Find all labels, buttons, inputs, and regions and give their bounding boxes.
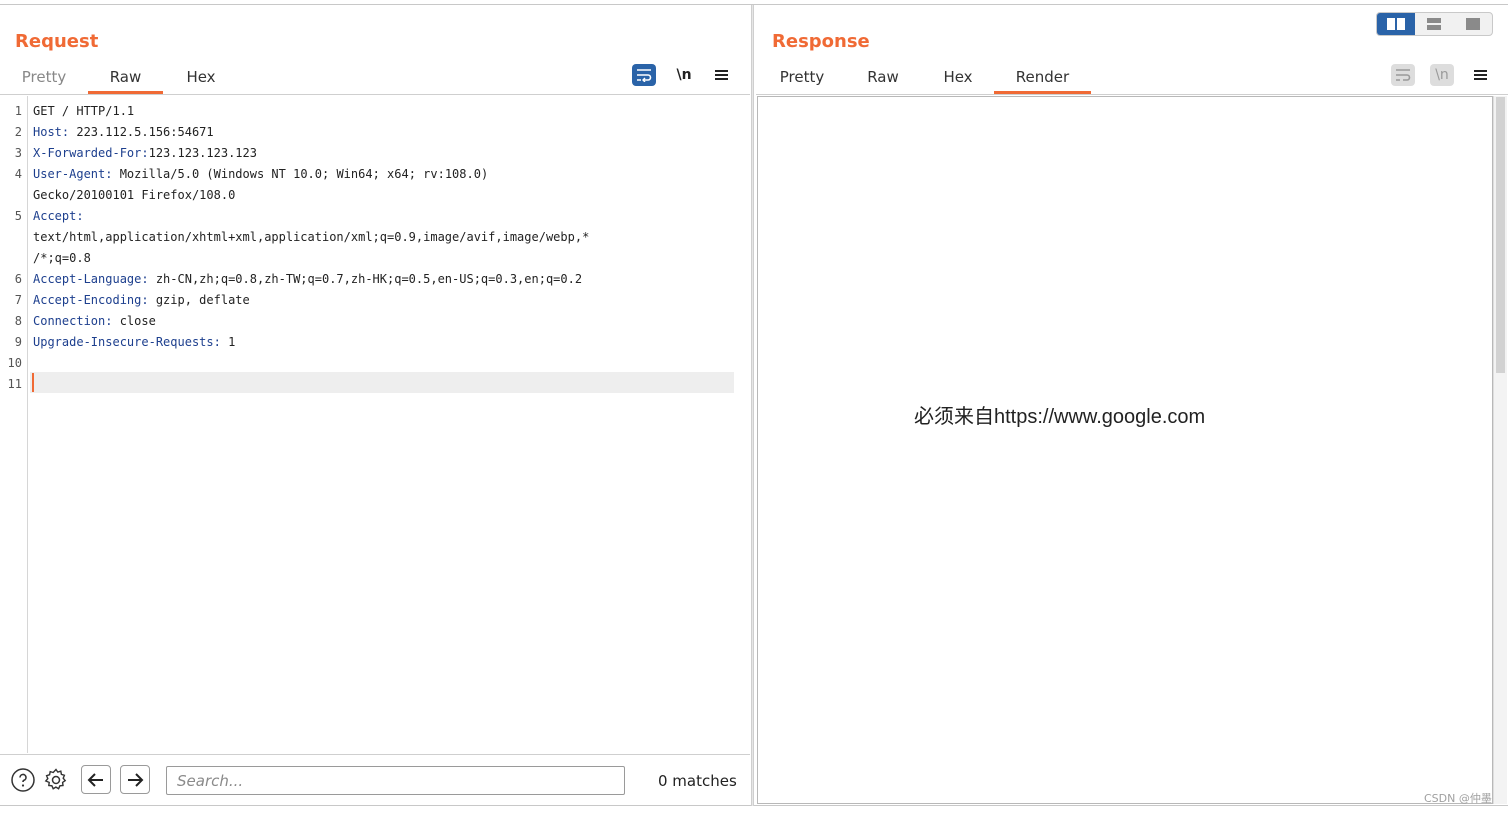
watermark: CSDN @仲墨 [1424, 792, 1492, 805]
code-line: GET / HTTP/1.1 [33, 104, 135, 118]
line-number: 4 [14, 167, 22, 181]
scrollbar-thumb[interactable] [1496, 97, 1505, 373]
request-tab-hex[interactable]: Hex [176, 68, 226, 94]
header-value: 223.112.5.156:54671 [69, 125, 214, 139]
text-caret [32, 373, 34, 392]
match-count: 0 matches [658, 772, 737, 790]
current-line-highlight [30, 372, 734, 393]
request-editor[interactable]: 1 GET / HTTP/1.1 2 Host: 223.112.5.156:5… [0, 96, 750, 753]
line-number: 3 [14, 146, 22, 160]
response-tabs-underline [756, 94, 1508, 95]
code-line: User-Agent: Mozilla/5.0 (Windows NT 10.0… [33, 164, 488, 185]
line-number: 7 [14, 293, 22, 307]
pane-splitter[interactable] [751, 5, 754, 806]
header-key: Connection: [33, 314, 113, 328]
newline-toggle[interactable]: \n [672, 64, 696, 86]
hamburger-menu-icon[interactable] [710, 64, 734, 86]
response-tab-raw[interactable]: Raw [858, 68, 908, 94]
header-value: Mozilla/5.0 (Windows NT 10.0; Win64; x64… [112, 167, 489, 181]
response-title: Response [772, 31, 870, 52]
header-value: zh-CN,zh;q=0.8,zh-TW;q=0.7,zh-HK;q=0.5,e… [148, 272, 583, 286]
response-tab-render[interactable]: Render [994, 68, 1091, 94]
code-line: X-Forwarded-For:123.123.123.123 [33, 143, 257, 164]
line-number: 5 [14, 209, 22, 223]
line-number: 6 [14, 272, 22, 286]
code-line: Accept-Encoding: gzip, deflate [33, 290, 250, 311]
wrap-lines-icon[interactable] [632, 64, 656, 86]
line-number: 1 [14, 104, 22, 118]
header-value: close [112, 314, 156, 328]
code-line: Host: 223.112.5.156:54671 [33, 122, 214, 143]
code-line-wrapped: Gecko/20100101 Firefox/108.0 [33, 188, 236, 202]
previous-match-button[interactable] [81, 765, 111, 794]
code-line: Accept-Language: zh-CN,zh;q=0.8,zh-TW;q=… [33, 269, 582, 290]
line-number-gutter [0, 96, 28, 753]
arrow-left-icon [87, 772, 103, 787]
header-key: User-Agent: [33, 167, 113, 181]
top-bottom-layout-icon[interactable] [1415, 13, 1453, 35]
wrap-lines-icon[interactable] [1391, 64, 1415, 86]
code-line: Upgrade-Insecure-Requests: 1 [33, 332, 235, 353]
header-key: Accept: [33, 209, 84, 223]
single-pane-layout-icon[interactable] [1454, 13, 1492, 35]
header-key: Accept-Language: [33, 272, 149, 286]
help-icon[interactable] [11, 768, 35, 792]
next-match-button[interactable] [120, 765, 150, 794]
header-value: gzip, deflate [148, 293, 250, 307]
request-tabs-underline [0, 94, 750, 95]
search-bar: 0 matches [0, 754, 750, 805]
render-view[interactable]: 必须来自https://www.google.com [757, 96, 1493, 804]
rendered-page-text: 必须来自https://www.google.com [914, 406, 1206, 428]
side-by-side-layout-icon[interactable] [1377, 13, 1416, 35]
line-number: 11 [7, 377, 22, 391]
code-line: Connection: close [33, 311, 156, 332]
request-tab-raw[interactable]: Raw [88, 68, 163, 94]
newline-toggle[interactable]: \n [1430, 64, 1454, 86]
line-number: 10 [7, 356, 22, 370]
header-key: X-Forwarded-For: [33, 146, 149, 160]
header-key: Upgrade-Insecure-Requests: [33, 335, 221, 349]
code-line-wrapped: text/html,application/xhtml+xml,applicat… [33, 230, 590, 244]
request-tab-pretty[interactable]: Pretty [16, 68, 72, 94]
line-number: 8 [14, 314, 22, 328]
header-value: 1 [220, 335, 236, 349]
hamburger-menu-icon[interactable] [1469, 64, 1493, 86]
line-number: 2 [14, 125, 22, 139]
request-title: Request [15, 31, 99, 52]
header-key: Accept-Encoding: [33, 293, 149, 307]
header-key: Host: [33, 125, 70, 139]
search-input[interactable] [166, 766, 625, 795]
layout-toggle-group [1376, 12, 1493, 36]
gear-icon[interactable] [44, 768, 68, 792]
code-line: Accept: [33, 206, 84, 227]
arrow-right-icon [128, 772, 144, 787]
response-tab-hex[interactable]: Hex [933, 68, 983, 94]
vertical-scrollbar[interactable] [1493, 96, 1507, 804]
code-line-wrapped: /*;q=0.8 [33, 251, 91, 265]
response-tab-pretty[interactable]: Pretty [772, 68, 832, 94]
header-value: 123.123.123.123 [148, 146, 257, 160]
line-number: 9 [14, 335, 22, 349]
